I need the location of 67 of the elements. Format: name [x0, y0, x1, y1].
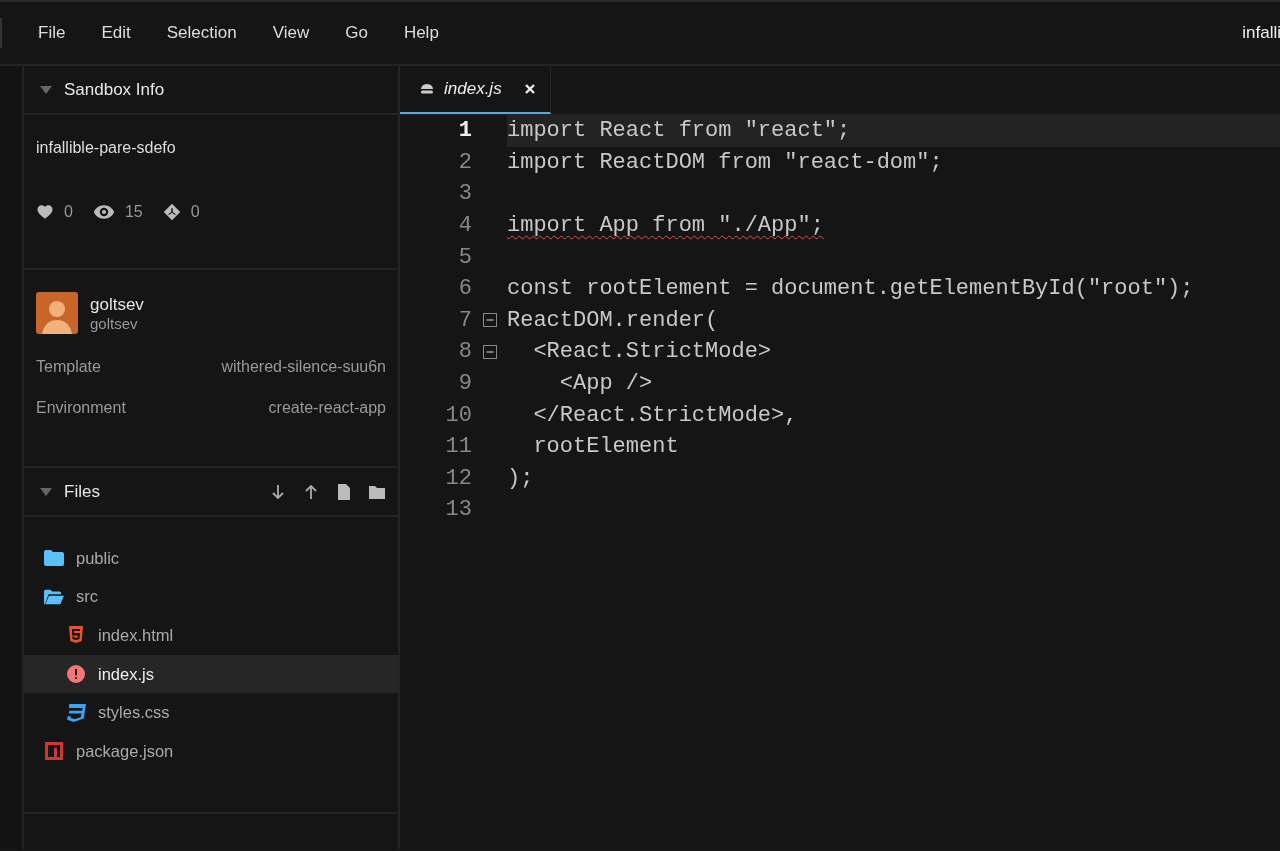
menu-item[interactable]: File [26, 17, 78, 49]
file-icon [420, 83, 434, 95]
detail-value: withered-silence-suu6n [221, 358, 386, 376]
css3-icon [66, 703, 86, 722]
line-number: 1 [457, 118, 472, 144]
line-number: 6 [457, 276, 472, 302]
heart-icon [36, 203, 54, 221]
editor-tab[interactable]: index.js [400, 66, 551, 114]
code-line: <React.StrictMode> [532, 339, 772, 365]
file-tree-item[interactable]: index.html [24, 616, 398, 655]
stat-count: 0 [190, 203, 200, 221]
author-name: goltsev [90, 294, 144, 315]
collapse-arrow-icon[interactable] [40, 85, 52, 94]
code-line: </React.StrictMode>, [532, 402, 798, 428]
new-file-icon[interactable] [335, 482, 353, 501]
menu-item[interactable]: View [260, 17, 322, 49]
section-title: Files [64, 481, 100, 502]
error-icon [66, 665, 86, 684]
code-line: import App from "./App"; [507, 213, 824, 239]
file-tree-item[interactable]: styles.css [24, 693, 398, 732]
open-folder-icon [44, 587, 64, 606]
line-number: 3 [457, 181, 472, 207]
line-number: 9 [457, 371, 472, 397]
code-line: ReactDOM.render( [507, 307, 719, 333]
file-tree-item[interactable]: public [24, 539, 398, 578]
sandbox-name: infallible-pare-sdefo [36, 139, 177, 157]
fold-icon[interactable] [482, 344, 497, 359]
line-number: 8 [457, 339, 472, 365]
menu-item[interactable]: Go [333, 17, 380, 49]
menu-item[interactable]: Help [391, 17, 451, 49]
line-number: 5 [457, 244, 472, 270]
collapse-arrow-icon[interactable] [40, 487, 52, 496]
line-number: 13 [444, 497, 472, 523]
stat-count: 15 [124, 203, 143, 221]
code-line: const rootElement = document.getElementById("root"); [507, 276, 1194, 302]
fork-icon [162, 203, 181, 221]
download-icon[interactable] [269, 482, 287, 501]
code-line: ); [507, 465, 534, 491]
line-number: 12 [444, 465, 472, 491]
line-number: 4 [457, 213, 472, 239]
line-number: 11 [444, 434, 472, 460]
line-number: 10 [444, 402, 472, 428]
close-icon[interactable] [523, 83, 536, 95]
code-line: import React from "react"; [507, 118, 851, 144]
detail-value: create-react-app [268, 399, 386, 417]
detail-label: Template [36, 358, 101, 376]
fold-icon[interactable] [482, 313, 497, 328]
html5-icon [66, 626, 86, 645]
author-username: goltsev [90, 314, 139, 332]
code-line: <App /> [558, 371, 653, 397]
stat-count: 0 [64, 203, 73, 221]
eye-icon [92, 203, 115, 221]
file-tree-item[interactable]: package.json [24, 731, 398, 771]
npm-icon [44, 742, 64, 761]
window-title: infalli [1242, 23, 1280, 43]
folder-icon [44, 549, 64, 568]
detail-label: Environment [36, 399, 126, 417]
line-number: 2 [457, 149, 472, 175]
code-line: rootElement [532, 434, 679, 460]
code-line: import ReactDOM from "react-dom"; [507, 149, 943, 175]
avatar [36, 292, 78, 334]
section-title: Sandbox Info [64, 79, 165, 100]
menu-item[interactable]: Edit [89, 17, 143, 49]
file-tree-item[interactable]: index.js [24, 654, 398, 694]
file-tree-item[interactable]: src [24, 577, 398, 617]
line-number: 7 [457, 307, 472, 333]
menu-item[interactable]: Selection [154, 17, 249, 49]
